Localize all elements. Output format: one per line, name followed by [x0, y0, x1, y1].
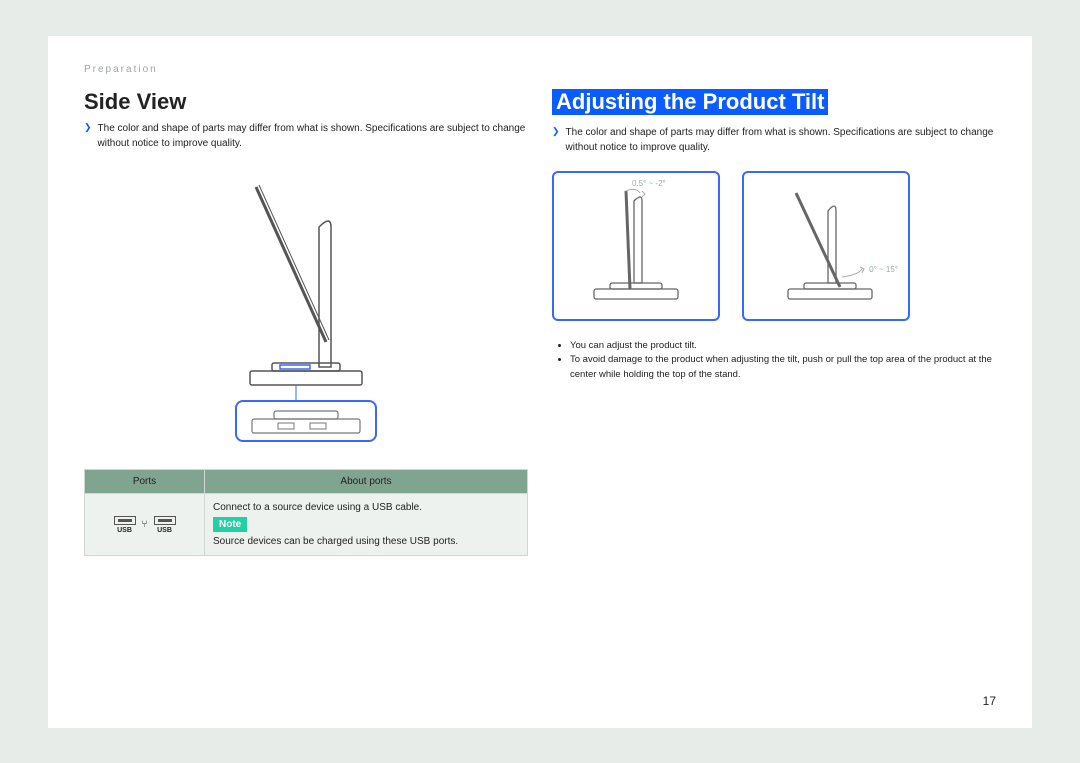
right-column: Adjusting the Product Tilt ❯ The color a…: [552, 89, 996, 556]
side-view-heading: Side View: [84, 89, 528, 115]
usb-port-icon: USB: [154, 516, 176, 534]
disclaimer-text: The color and shape of parts may differ …: [566, 125, 996, 155]
ports-table: Ports About ports USB ⑂: [84, 469, 528, 556]
note-text: Source devices can be charged using thes…: [213, 536, 519, 547]
usb-label: USB: [117, 527, 132, 534]
usb-trident-icon: ⑂: [142, 519, 148, 530]
angle-label-2: 0° ~ 15°: [869, 265, 898, 274]
usb-ports-cell: USB ⑂ USB: [85, 494, 205, 556]
two-column-layout: Side View ❯ The color and shape of parts…: [84, 89, 996, 556]
tilt-figure-forward: 0° ~ 15°: [742, 171, 910, 321]
bullet-icon: ❯: [84, 122, 92, 152]
angle-label-1: 0.5° ~ -2°: [632, 179, 666, 188]
adjusting-tilt-heading: Adjusting the Product Tilt: [552, 89, 828, 115]
table-row: USB ⑂ USB Connect to a source device usi…: [85, 494, 528, 556]
disclaimer: ❯ The color and shape of parts may diffe…: [84, 121, 528, 151]
tilt-figures: 0.5° ~ -2° 0° ~ 15°: [552, 171, 996, 321]
usb-port-icon: USB: [114, 516, 136, 534]
usb-label: USB: [157, 527, 172, 534]
list-item: You can adjust the product tilt.: [570, 339, 996, 353]
document-page: Preparation Side View ❯ The color and sh…: [48, 36, 1032, 728]
side-view-figure: [84, 167, 528, 457]
usb-about-cell: Connect to a source device using a USB c…: [205, 494, 528, 556]
page-number: 17: [983, 694, 996, 708]
tips-list: You can adjust the product tilt. To avoi…: [570, 339, 996, 382]
ports-col-header: Ports: [85, 470, 205, 494]
left-column: Side View ❯ The color and shape of parts…: [84, 89, 528, 556]
breadcrumb: Preparation: [84, 64, 996, 75]
note-chip: Note: [213, 517, 247, 532]
bullet-icon: ❯: [552, 126, 560, 156]
disclaimer: ❯ The color and shape of parts may diffe…: [552, 125, 996, 155]
disclaimer-text: The color and shape of parts may differ …: [98, 121, 528, 151]
list-item: To avoid damage to the product when adju…: [570, 353, 996, 382]
tilt-figure-back: 0.5° ~ -2°: [552, 171, 720, 321]
about-col-header: About ports: [205, 470, 528, 494]
connect-text: Connect to a source device using a USB c…: [213, 502, 519, 513]
